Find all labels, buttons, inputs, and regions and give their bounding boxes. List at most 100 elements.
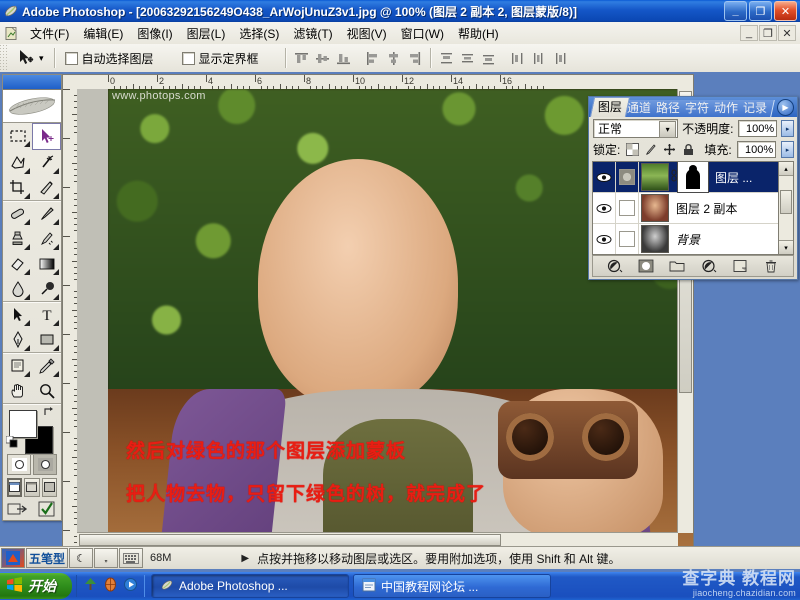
distribute-bottom-edges-icon[interactable] [479, 49, 498, 68]
align-horizontal-centers-icon[interactable] [384, 49, 403, 68]
zoom-tool-icon[interactable] [32, 378, 61, 403]
hand-tool-icon[interactable] [3, 378, 32, 403]
healing-brush-more-arrow[interactable] [24, 219, 30, 226]
gradient-tool-icon[interactable] [32, 251, 61, 276]
punctuation-icon[interactable]: „ [94, 548, 119, 568]
desktop-icon[interactable] [83, 577, 98, 595]
blur-tool-more-arrow[interactable] [24, 294, 30, 301]
standard-screen-mode-icon[interactable] [7, 477, 23, 497]
soft-keyboard-icon[interactable] [119, 548, 144, 568]
palette-menu-icon[interactable]: ▶ [777, 99, 794, 116]
layer-thumbnail-1[interactable] [641, 163, 669, 191]
menu-item-image[interactable]: 图像(I) [130, 23, 179, 44]
eyedropper-tool-icon[interactable] [32, 353, 61, 378]
ime-toolbar[interactable]: 五笔型 ☾ „ [1, 548, 144, 568]
layer-name-2[interactable]: 图层 2 副本 [676, 200, 737, 217]
menu-item-help[interactable]: 帮助(H) [451, 23, 506, 44]
clone-stamp-tool-icon[interactable] [3, 226, 32, 251]
slice-tool-icon[interactable] [32, 175, 61, 200]
brush-tool-more-arrow[interactable] [53, 219, 59, 226]
align-top-edges-icon[interactable] [292, 49, 311, 68]
distribute-left-edges-icon[interactable] [508, 49, 527, 68]
lock-transparency-icon[interactable] [625, 143, 639, 157]
shape-tool-icon[interactable] [32, 327, 61, 352]
menu-item-layer[interactable]: 图层(L) [180, 23, 233, 44]
layer-visibility-toggle-3[interactable] [593, 224, 616, 254]
horizontal-ruler[interactable]: 0 2 4 6 8 10 12 14 16 [77, 75, 693, 90]
delete-layer-button[interactable] [762, 258, 780, 274]
crop-tool-more-arrow[interactable] [24, 193, 30, 200]
status-expand-arrow[interactable]: ▶ [241, 553, 249, 564]
align-bottom-edges-icon[interactable] [334, 49, 353, 68]
browser-icon[interactable] [103, 577, 118, 595]
toolbox-drag-header[interactable] [3, 75, 61, 90]
layer-row-copy[interactable]: 图层 2 副本 [593, 193, 793, 224]
jump-to-imageready-icon[interactable] [3, 500, 32, 518]
layer-link-cell-3[interactable] [616, 224, 639, 254]
align-left-edges-icon[interactable] [363, 49, 382, 68]
align-right-edges-icon[interactable] [405, 49, 424, 68]
layer-link-cell-2[interactable] [616, 193, 639, 223]
layer-visibility-toggle-1[interactable] [593, 162, 616, 192]
default-colors-icon[interactable] [5, 435, 18, 448]
dodge-tool-more-arrow[interactable] [53, 294, 59, 301]
lock-position-icon[interactable] [663, 143, 677, 157]
dodge-tool-icon[interactable] [32, 276, 61, 301]
pen-tool-more-arrow[interactable] [24, 345, 30, 352]
ruler-corner[interactable] [63, 75, 78, 90]
show-bounding-box-checkbox-box[interactable] [181, 51, 195, 65]
path-selection-more-arrow[interactable] [24, 320, 30, 327]
distribute-vertical-centers-icon[interactable] [458, 49, 477, 68]
eraser-tool-icon[interactable] [3, 251, 32, 276]
layer-row-background[interactable]: 背景 [593, 224, 793, 254]
tab-layers[interactable]: 图层 [589, 97, 631, 117]
blur-tool-icon[interactable] [3, 276, 32, 301]
marquee-tool-more-arrow[interactable] [24, 141, 30, 148]
layer-style-button[interactable] [606, 258, 624, 274]
layer-thumbnail-2[interactable] [641, 194, 669, 222]
document-restore-button[interactable]: ❐ [759, 25, 777, 41]
close-button[interactable]: ✕ [774, 1, 797, 21]
menu-item-select[interactable]: 选择(S) [232, 23, 286, 44]
new-layer-button[interactable] [731, 258, 749, 274]
menu-item-filter[interactable]: 滤镜(T) [286, 23, 339, 44]
notes-tool-more-arrow[interactable] [24, 371, 30, 378]
taskbar-item-photoshop[interactable]: Adobe Photoshop ... [151, 574, 349, 598]
lock-all-icon[interactable] [682, 143, 696, 157]
full-screen-menubar-icon[interactable] [24, 477, 40, 497]
show-bounding-box-checkbox[interactable]: 显示定界框 [178, 50, 263, 67]
gradient-tool-more-arrow[interactable] [53, 269, 59, 276]
lasso-tool-more-arrow[interactable] [24, 168, 30, 175]
current-tool-preset[interactable]: ▾ [11, 47, 48, 69]
layer-visibility-toggle-2[interactable] [593, 193, 616, 223]
shape-tool-more-arrow[interactable] [53, 345, 59, 352]
quick-mask-mode-icon[interactable] [33, 454, 57, 475]
distribute-horizontal-centers-icon[interactable] [529, 49, 548, 68]
move-tool-icon[interactable] [32, 123, 61, 151]
standard-mode-icon[interactable] [7, 454, 31, 475]
distribute-top-edges-icon[interactable] [437, 49, 456, 68]
vertical-ruler[interactable] [63, 89, 78, 547]
lock-pixels-icon[interactable] [644, 143, 658, 157]
layer-list-scrollbar[interactable]: ▴ ▾ [778, 161, 794, 255]
type-tool-more-arrow[interactable] [53, 320, 59, 327]
eyedropper-more-arrow[interactable] [53, 371, 59, 378]
auto-select-layer-checkbox[interactable]: 自动选择图层 [61, 50, 158, 67]
marquee-tool-icon[interactable] [3, 123, 32, 148]
layer-mask-thumbnail[interactable] [677, 162, 709, 193]
type-tool-icon[interactable]: T [32, 302, 61, 327]
fill-slider-arrow[interactable]: ▸ [781, 141, 794, 158]
menu-item-window[interactable]: 窗口(W) [394, 23, 451, 44]
magic-wand-more-arrow[interactable] [53, 168, 59, 175]
notes-tool-icon[interactable] [3, 353, 32, 378]
fill-input[interactable]: 100% [736, 141, 777, 158]
layer-list[interactable]: 图层 ... 图层 2 副本 背景 [592, 161, 794, 255]
half-width-icon[interactable]: ☾ [69, 548, 94, 568]
chevron-down-icon[interactable]: ▾ [659, 121, 677, 138]
clone-stamp-more-arrow[interactable] [24, 244, 30, 251]
full-screen-icon[interactable] [41, 477, 57, 497]
tool-preset-dropdown-arrow[interactable]: ▾ [39, 53, 44, 64]
slice-tool-more-arrow[interactable] [53, 193, 59, 200]
link-icon[interactable] [669, 169, 678, 185]
history-brush-more-arrow[interactable] [53, 244, 59, 251]
